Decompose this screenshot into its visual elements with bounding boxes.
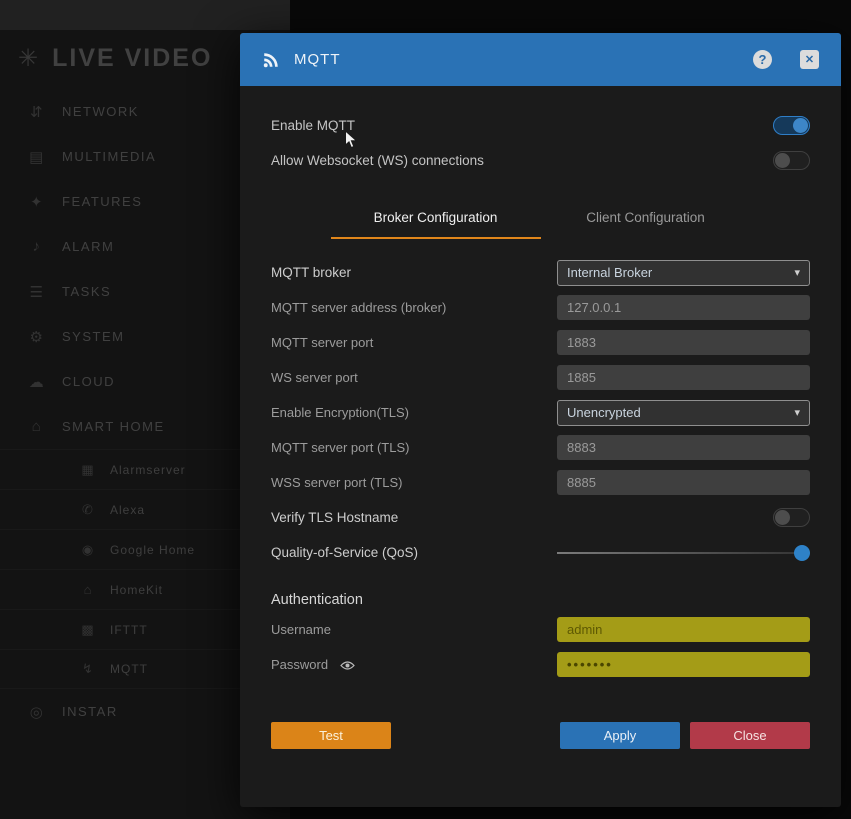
mqtt-broker-select[interactable]: Internal Broker ▾ xyxy=(557,260,810,286)
field-row: MQTT server address (broker) xyxy=(240,290,841,325)
tls-encryption-label: Enable Encryption(TLS) xyxy=(271,405,557,420)
field-row: MQTT server port (TLS) xyxy=(240,430,841,465)
password-visibility-icon[interactable] xyxy=(340,660,355,671)
slider-track xyxy=(557,552,810,554)
field-row: WSS server port (TLS) xyxy=(240,465,841,500)
tab-broker-configuration[interactable]: Broker Configuration xyxy=(331,198,541,239)
tls-encryption-select[interactable]: Unencrypted ▾ xyxy=(557,400,810,426)
ws-server-port-input[interactable] xyxy=(557,365,810,390)
broker-config-form: MQTT broker Internal Broker ▾ MQTT serve… xyxy=(240,255,841,570)
modal-body: Enable MQTT Allow Websocket (WS) connect… xyxy=(240,86,841,807)
field-row: Verify TLS Hostname xyxy=(240,500,841,535)
toggle-knob xyxy=(775,510,790,525)
websocket-toggle[interactable] xyxy=(773,151,810,170)
field-row: Enable Encryption(TLS) Unencrypted ▾ xyxy=(240,395,841,430)
password-label-text: Password xyxy=(271,657,328,672)
chevron-down-icon: ▾ xyxy=(794,266,800,279)
mqtt-tls-port-label: MQTT server port (TLS) xyxy=(271,440,557,455)
modal-header: MQTT ? ✕ xyxy=(240,33,841,86)
wss-tls-port-input[interactable] xyxy=(557,470,810,495)
mqtt-server-port-label: MQTT server port xyxy=(271,335,557,350)
password-row: Password xyxy=(240,647,841,682)
close-icon[interactable]: ✕ xyxy=(800,50,819,69)
username-label: Username xyxy=(271,622,557,637)
field-row: MQTT broker Internal Broker ▾ xyxy=(240,255,841,290)
mqtt-server-address-input[interactable] xyxy=(557,295,810,320)
verify-tls-toggle[interactable] xyxy=(773,508,810,527)
toggle-knob xyxy=(775,153,790,168)
enable-mqtt-label: Enable MQTT xyxy=(271,118,773,133)
help-icon[interactable]: ? xyxy=(753,50,772,69)
qos-label: Quality-of-Service (QoS) xyxy=(271,545,557,560)
test-button[interactable]: Test xyxy=(271,722,391,749)
username-input[interactable] xyxy=(557,617,810,642)
mqtt-broker-value: Internal Broker xyxy=(567,265,652,280)
close-button[interactable]: Close xyxy=(690,722,810,749)
mqtt-tls-port-input[interactable] xyxy=(557,435,810,460)
username-row: Username xyxy=(240,612,841,647)
toggle-knob xyxy=(793,118,808,133)
qos-slider[interactable] xyxy=(557,544,810,562)
app-root: ✳ LIVE VIDEO ⇵ NETWORK ▤ MULTIMEDIA ✦ FE… xyxy=(0,0,851,819)
field-row: MQTT server port xyxy=(240,325,841,360)
authentication-heading: Authentication xyxy=(271,592,810,608)
modal-actions: Test Apply Close xyxy=(240,722,841,749)
slider-thumb[interactable] xyxy=(794,545,810,561)
websocket-row: Allow Websocket (WS) connections xyxy=(240,143,841,178)
field-row: WS server port xyxy=(240,360,841,395)
config-tabs: Broker Configuration Client Configuratio… xyxy=(240,198,841,239)
rss-icon xyxy=(262,51,280,69)
mqtt-server-port-input[interactable] xyxy=(557,330,810,355)
enable-mqtt-row: Enable MQTT xyxy=(240,108,841,143)
wss-tls-port-label: WSS server port (TLS) xyxy=(271,475,557,490)
modal-title: MQTT xyxy=(294,51,341,68)
password-input[interactable] xyxy=(557,652,810,677)
enable-mqtt-toggle[interactable] xyxy=(773,116,810,135)
chevron-down-icon: ▾ xyxy=(794,406,800,419)
tab-client-configuration[interactable]: Client Configuration xyxy=(541,198,751,239)
mqtt-server-address-label: MQTT server address (broker) xyxy=(271,300,557,315)
apply-button[interactable]: Apply xyxy=(560,722,680,749)
ws-server-port-label: WS server port xyxy=(271,370,557,385)
password-label: Password xyxy=(271,657,557,672)
field-row: Quality-of-Service (QoS) xyxy=(240,535,841,570)
mqtt-modal: MQTT ? ✕ Enable MQTT Allow Websocket (WS… xyxy=(240,33,841,807)
mqtt-broker-label: MQTT broker xyxy=(271,265,557,280)
websocket-label: Allow Websocket (WS) connections xyxy=(271,153,773,168)
tls-encryption-value: Unencrypted xyxy=(567,405,641,420)
verify-tls-label: Verify TLS Hostname xyxy=(271,510,773,525)
